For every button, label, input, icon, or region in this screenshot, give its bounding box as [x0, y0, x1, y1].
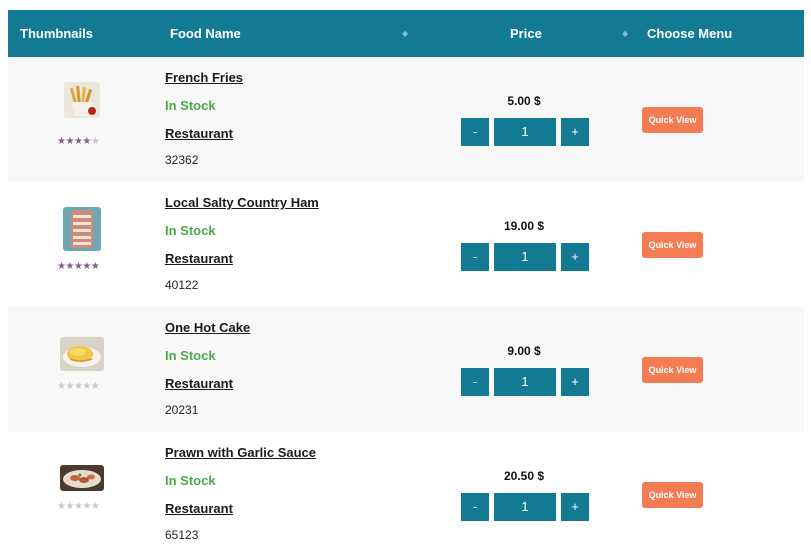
- restaurant-link[interactable]: Restaurant: [165, 501, 233, 516]
- star-rating: ★★★★★: [57, 136, 100, 147]
- restaurant-link[interactable]: Restaurant: [165, 376, 233, 391]
- quantity-input[interactable]: [494, 493, 556, 521]
- star-icon: ★: [65, 501, 74, 512]
- food-code: 65123: [165, 528, 199, 542]
- stock-status: In Stock: [165, 473, 216, 488]
- ham-image[interactable]: [63, 207, 101, 251]
- quantity-input[interactable]: [494, 243, 556, 271]
- header-thumbnails: Thumbnails: [20, 26, 93, 41]
- quantity-plus-button[interactable]: +: [561, 243, 589, 271]
- quantity-plus-button[interactable]: +: [561, 368, 589, 396]
- table-row: ★★★★★ Local Salty Country Ham In Stock R…: [8, 182, 804, 307]
- star-icon: ★: [65, 261, 74, 272]
- header-food-name[interactable]: Food Name: [170, 10, 241, 57]
- quick-view-button[interactable]: Quick View: [642, 107, 703, 133]
- sort-icon[interactable]: ◆: [622, 10, 628, 57]
- star-icon: ★: [65, 136, 74, 147]
- star-icon: ★: [90, 261, 100, 272]
- table-row: ★★★★★ Prawn with Garlic Sauce In Stock R…: [8, 432, 804, 557]
- quick-view-button[interactable]: Quick View: [642, 232, 703, 258]
- star-icon: ★: [90, 381, 100, 392]
- restaurant-link[interactable]: Restaurant: [165, 126, 233, 141]
- food-name-link[interactable]: Local Salty Country Ham: [165, 195, 319, 210]
- star-rating: ★★★★★: [57, 261, 100, 272]
- stock-status: In Stock: [165, 223, 216, 238]
- star-icon: ★: [90, 501, 100, 512]
- star-icon: ★: [82, 136, 91, 147]
- table-header: Thumbnails Food Name ◆ Price ◆ Choose Me…: [8, 10, 804, 57]
- quantity-minus-button[interactable]: -: [461, 493, 489, 521]
- quick-view-button[interactable]: Quick View: [642, 357, 703, 383]
- food-name-link[interactable]: One Hot Cake: [165, 320, 250, 335]
- prawn-image[interactable]: [60, 465, 104, 491]
- food-code: 32362: [165, 153, 199, 167]
- table-row: ★★★★★ French Fries In Stock Restaurant 3…: [8, 57, 804, 182]
- star-icon: ★: [90, 136, 100, 147]
- price-value: 5.00 $: [507, 94, 541, 108]
- stock-status: In Stock: [165, 98, 216, 113]
- price-value: 19.00 $: [503, 219, 545, 233]
- food-table: Thumbnails Food Name ◆ Price ◆ Choose Me…: [8, 10, 804, 557]
- restaurant-link[interactable]: Restaurant: [165, 251, 233, 266]
- star-rating: ★★★★★: [57, 381, 100, 392]
- price-value: 20.50 $: [503, 469, 545, 483]
- star-icon: ★: [82, 381, 91, 392]
- sort-icon[interactable]: ◆: [402, 10, 408, 57]
- food-name-link[interactable]: Prawn with Garlic Sauce: [165, 445, 316, 460]
- quantity-minus-button[interactable]: -: [461, 243, 489, 271]
- quick-view-button[interactable]: Quick View: [642, 482, 703, 508]
- quantity-plus-button[interactable]: +: [561, 493, 589, 521]
- header-choose-menu: Choose Menu: [647, 26, 733, 41]
- food-name-link[interactable]: French Fries: [165, 70, 243, 85]
- quantity-input[interactable]: [494, 368, 556, 396]
- star-rating: ★★★★★: [57, 501, 100, 512]
- quantity-minus-button[interactable]: -: [461, 368, 489, 396]
- star-icon: ★: [65, 381, 74, 392]
- star-icon: ★: [82, 261, 91, 272]
- hot-cake-image[interactable]: [60, 337, 104, 371]
- quantity-minus-button[interactable]: -: [461, 118, 489, 146]
- food-code: 20231: [165, 403, 199, 417]
- star-icon: ★: [82, 501, 91, 512]
- table-row: ★★★★★ One Hot Cake In Stock Restaurant 2…: [8, 307, 804, 432]
- header-price[interactable]: Price: [510, 10, 542, 57]
- food-code: 40122: [165, 278, 199, 292]
- quantity-input[interactable]: [494, 118, 556, 146]
- price-value: 9.00 $: [507, 344, 541, 358]
- stock-status: In Stock: [165, 348, 216, 363]
- quantity-plus-button[interactable]: +: [561, 118, 589, 146]
- french-fries-image[interactable]: [64, 82, 100, 118]
